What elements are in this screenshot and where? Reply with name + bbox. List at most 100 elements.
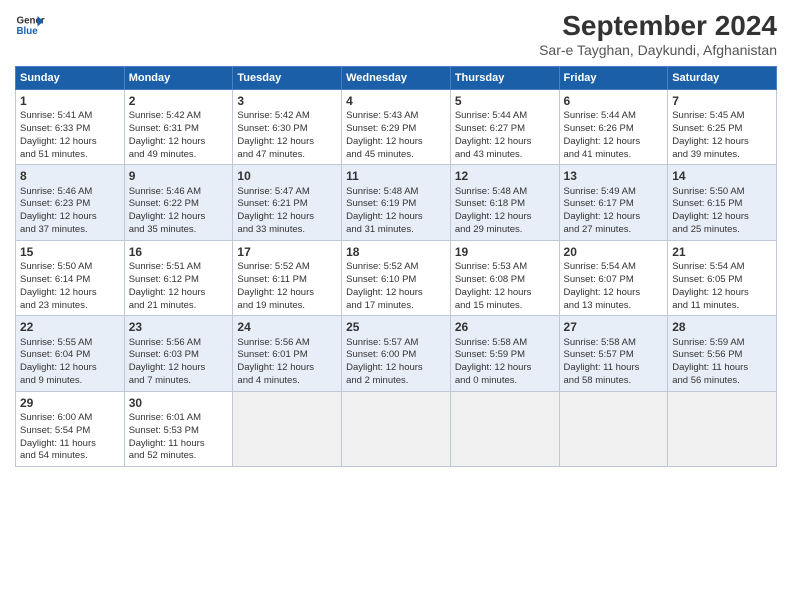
- table-row: 27 Sunrise: 5:58 AMSunset: 5:57 PMDayligh…: [559, 316, 668, 391]
- table-row: 18Sunrise: 5:52 AMSunset: 6:10 PMDayligh…: [342, 240, 451, 315]
- table-row: 16Sunrise: 5:51 AMSunset: 6:12 PMDayligh…: [124, 240, 233, 315]
- day-number: 20: [564, 244, 664, 260]
- calendar-week-row: 22 Sunrise: 5:55 AMSunset: 6:04 PMDayligh…: [16, 316, 777, 391]
- day-info: Sunrise: 5:48 AMSunset: 6:19 PMDaylight:…: [346, 186, 446, 237]
- table-row: 26Sunrise: 5:58 AMSunset: 5:59 PMDayligh…: [450, 316, 559, 391]
- calendar-week-row: 8Sunrise: 5:46 AMSunset: 6:23 PMDaylight…: [16, 165, 777, 240]
- table-row: 21Sunrise: 5:54 AMSunset: 6:05 PMDayligh…: [668, 240, 777, 315]
- col-friday: Friday: [559, 67, 668, 90]
- table-row: 13 Sunrise: 5:49 AMSunset: 6:17 PMDayligh…: [559, 165, 668, 240]
- day-info: Sunrise: 5:54 AMSunset: 6:07 PMDaylight:…: [564, 261, 664, 312]
- day-info: Sunrise: 5:59 AMSunset: 5:56 PMDaylight:…: [672, 337, 772, 388]
- day-info: Sunrise: 5:54 AMSunset: 6:05 PMDaylight:…: [672, 261, 772, 312]
- day-info: Sunrise: 5:52 AMSunset: 6:10 PMDaylight:…: [346, 261, 446, 312]
- table-row: 30Sunrise: 6:01 AMSunset: 5:53 PMDayligh…: [124, 391, 233, 466]
- day-number: 17: [237, 244, 337, 260]
- day-info: Sunrise: 5:41 AMSunset: 6:33 PMDaylight:…: [20, 110, 120, 161]
- day-info: Sunrise: 5:48 AMSunset: 6:18 PMDaylight:…: [455, 186, 555, 237]
- table-row: 28 Sunrise: 5:59 AMSunset: 5:56 PMDayligh…: [668, 316, 777, 391]
- day-info: Sunrise: 5:58 AMSunset: 5:59 PMDaylight:…: [455, 337, 555, 388]
- day-number: 30: [129, 395, 229, 411]
- day-info: Sunrise: 5:57 AMSunset: 6:00 PMDaylight:…: [346, 337, 446, 388]
- page-header: General Blue September 2024 Sar-e Taygha…: [15, 10, 777, 58]
- day-number: 12: [455, 168, 555, 184]
- table-row: 24 Sunrise: 5:56 AMSunset: 6:01 PMDayligh…: [233, 316, 342, 391]
- day-info: Sunrise: 5:53 AMSunset: 6:08 PMDaylight:…: [455, 261, 555, 312]
- table-row: 10Sunrise: 5:47 AMSunset: 6:21 PMDayligh…: [233, 165, 342, 240]
- table-row: 12 Sunrise: 5:48 AMSunset: 6:18 PMDayligh…: [450, 165, 559, 240]
- table-row: 19Sunrise: 5:53 AMSunset: 6:08 PMDayligh…: [450, 240, 559, 315]
- day-info: Sunrise: 6:01 AMSunset: 5:53 PMDaylight:…: [129, 412, 229, 463]
- day-number: 28: [672, 319, 772, 335]
- day-number: 9: [129, 168, 229, 184]
- calendar-header-row: Sunday Monday Tuesday Wednesday Thursday…: [16, 67, 777, 90]
- day-number: 15: [20, 244, 120, 260]
- day-number: 16: [129, 244, 229, 260]
- day-info: Sunrise: 5:50 AMSunset: 6:14 PMDaylight:…: [20, 261, 120, 312]
- day-info: Sunrise: 5:44 AMSunset: 6:27 PMDaylight:…: [455, 110, 555, 161]
- svg-text:Blue: Blue: [17, 26, 39, 37]
- col-saturday: Saturday: [668, 67, 777, 90]
- day-number: 1: [20, 93, 120, 109]
- day-info: Sunrise: 5:49 AMSunset: 6:17 PMDaylight:…: [564, 186, 664, 237]
- day-number: 7: [672, 93, 772, 109]
- col-tuesday: Tuesday: [233, 67, 342, 90]
- table-row: 15Sunrise: 5:50 AMSunset: 6:14 PMDayligh…: [16, 240, 125, 315]
- day-number: 11: [346, 168, 446, 184]
- day-number: 3: [237, 93, 337, 109]
- day-number: 29: [20, 395, 120, 411]
- day-number: 18: [346, 244, 446, 260]
- table-row: 9 Sunrise: 5:46 AMSunset: 6:22 PMDaylight…: [124, 165, 233, 240]
- day-number: 25: [346, 319, 446, 335]
- day-number: 4: [346, 93, 446, 109]
- day-info: Sunrise: 5:45 AMSunset: 6:25 PMDaylight:…: [672, 110, 772, 161]
- day-number: 27: [564, 319, 664, 335]
- day-number: 5: [455, 93, 555, 109]
- day-info: Sunrise: 5:47 AMSunset: 6:21 PMDaylight:…: [237, 186, 337, 237]
- day-number: 21: [672, 244, 772, 260]
- day-number: 23: [129, 319, 229, 335]
- day-number: 6: [564, 93, 664, 109]
- day-number: 24: [237, 319, 337, 335]
- calendar-week-row: 29Sunrise: 6:00 AMSunset: 5:54 PMDayligh…: [16, 391, 777, 466]
- col-thursday: Thursday: [450, 67, 559, 90]
- calendar-week-row: 1Sunrise: 5:41 AMSunset: 6:33 PMDaylight…: [16, 90, 777, 165]
- table-row: 4Sunrise: 5:43 AMSunset: 6:29 PMDaylight…: [342, 90, 451, 165]
- day-number: 19: [455, 244, 555, 260]
- table-row: [233, 391, 342, 466]
- day-info: Sunrise: 5:56 AMSunset: 6:03 PMDaylight:…: [129, 337, 229, 388]
- day-number: 13: [564, 168, 664, 184]
- day-info: Sunrise: 5:44 AMSunset: 6:26 PMDaylight:…: [564, 110, 664, 161]
- table-row: 1Sunrise: 5:41 AMSunset: 6:33 PMDaylight…: [16, 90, 125, 165]
- title-block: September 2024 Sar-e Tayghan, Daykundi, …: [539, 10, 777, 58]
- table-row: [668, 391, 777, 466]
- day-info: Sunrise: 5:43 AMSunset: 6:29 PMDaylight:…: [346, 110, 446, 161]
- table-row: [342, 391, 451, 466]
- col-sunday: Sunday: [16, 67, 125, 90]
- table-row: [450, 391, 559, 466]
- calendar-week-row: 15Sunrise: 5:50 AMSunset: 6:14 PMDayligh…: [16, 240, 777, 315]
- col-wednesday: Wednesday: [342, 67, 451, 90]
- day-info: Sunrise: 5:55 AMSunset: 6:04 PMDaylight:…: [20, 337, 120, 388]
- day-info: Sunrise: 5:50 AMSunset: 6:15 PMDaylight:…: [672, 186, 772, 237]
- day-info: Sunrise: 5:56 AMSunset: 6:01 PMDaylight:…: [237, 337, 337, 388]
- table-row: 6Sunrise: 5:44 AMSunset: 6:26 PMDaylight…: [559, 90, 668, 165]
- day-info: Sunrise: 5:46 AMSunset: 6:23 PMDaylight:…: [20, 186, 120, 237]
- table-row: [559, 391, 668, 466]
- logo-icon: General Blue: [15, 10, 45, 40]
- table-row: 8Sunrise: 5:46 AMSunset: 6:23 PMDaylight…: [16, 165, 125, 240]
- day-info: Sunrise: 5:42 AMSunset: 6:31 PMDaylight:…: [129, 110, 229, 161]
- table-row: 22 Sunrise: 5:55 AMSunset: 6:04 PMDayligh…: [16, 316, 125, 391]
- table-row: 29Sunrise: 6:00 AMSunset: 5:54 PMDayligh…: [16, 391, 125, 466]
- day-number: 2: [129, 93, 229, 109]
- table-row: 20Sunrise: 5:54 AMSunset: 6:07 PMDayligh…: [559, 240, 668, 315]
- day-number: 22: [20, 319, 120, 335]
- table-row: 3Sunrise: 5:42 AMSunset: 6:30 PMDaylight…: [233, 90, 342, 165]
- table-row: 11 Sunrise: 5:48 AMSunset: 6:19 PMDayligh…: [342, 165, 451, 240]
- day-info: Sunrise: 5:58 AMSunset: 5:57 PMDaylight:…: [564, 337, 664, 388]
- day-number: 14: [672, 168, 772, 184]
- table-row: 2Sunrise: 5:42 AMSunset: 6:31 PMDaylight…: [124, 90, 233, 165]
- calendar-table: Sunday Monday Tuesday Wednesday Thursday…: [15, 66, 777, 467]
- day-info: Sunrise: 5:46 AMSunset: 6:22 PMDaylight:…: [129, 186, 229, 237]
- col-monday: Monday: [124, 67, 233, 90]
